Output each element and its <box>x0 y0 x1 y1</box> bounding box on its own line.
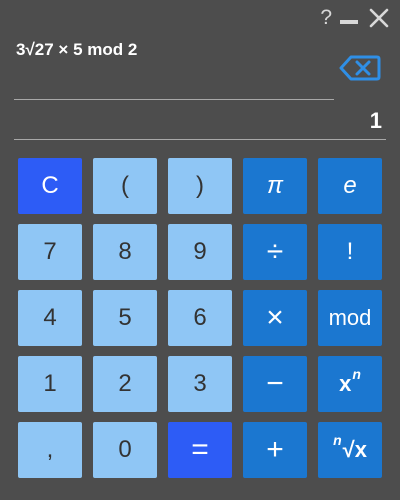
divide-button[interactable]: ÷ <box>243 224 307 280</box>
result-display: 1 <box>369 108 382 133</box>
result-underline <box>14 139 386 140</box>
backspace-button[interactable] <box>339 54 381 82</box>
zero-button[interactable]: 0 <box>93 422 157 478</box>
help-button[interactable]: ? <box>320 4 332 32</box>
expression-underline <box>14 99 334 100</box>
nth-root-button[interactable]: n √x <box>318 422 382 478</box>
two-button[interactable]: 2 <box>93 356 157 412</box>
open-paren-button[interactable]: ( <box>93 158 157 214</box>
six-button[interactable]: 6 <box>168 290 232 346</box>
nine-button[interactable]: 9 <box>168 224 232 280</box>
close-icon <box>369 8 389 28</box>
close-paren-button[interactable]: ) <box>168 158 232 214</box>
backspace-icon <box>339 55 381 81</box>
five-button[interactable]: 5 <box>93 290 157 346</box>
add-button[interactable]: + <box>243 422 307 478</box>
mod-button[interactable]: mod <box>318 290 382 346</box>
power-button[interactable]: xn <box>318 356 382 412</box>
seven-button[interactable]: 7 <box>18 224 82 280</box>
power-base-label: x <box>339 371 352 396</box>
four-button[interactable]: 4 <box>18 290 82 346</box>
root-body-label: √x <box>342 437 367 462</box>
equals-button[interactable]: = <box>168 422 232 478</box>
window-controls: ? <box>320 4 390 32</box>
keypad: C ( ) π e 7 8 9 ÷ ! 4 5 6 × mod 1 2 3 − … <box>18 158 382 478</box>
factorial-button[interactable]: ! <box>318 224 382 280</box>
three-button[interactable]: 3 <box>168 356 232 412</box>
minimize-button[interactable] <box>340 20 358 24</box>
calculator-window: ? 3√27 × 5 mod 2 1 C ( ) π e 7 8 9 ÷ ! 4… <box>0 0 400 500</box>
power-exponent-label: n <box>352 366 361 382</box>
one-button[interactable]: 1 <box>18 356 82 412</box>
root-index-label: n <box>333 432 342 448</box>
comma-button[interactable]: , <box>18 422 82 478</box>
multiply-button[interactable]: × <box>243 290 307 346</box>
close-button[interactable] <box>368 7 390 29</box>
e-button[interactable]: e <box>318 158 382 214</box>
eight-button[interactable]: 8 <box>93 224 157 280</box>
clear-button[interactable]: C <box>18 158 82 214</box>
pi-button[interactable]: π <box>243 158 307 214</box>
expression-display: 3√27 × 5 mod 2 <box>16 40 138 59</box>
subtract-button[interactable]: − <box>243 356 307 412</box>
